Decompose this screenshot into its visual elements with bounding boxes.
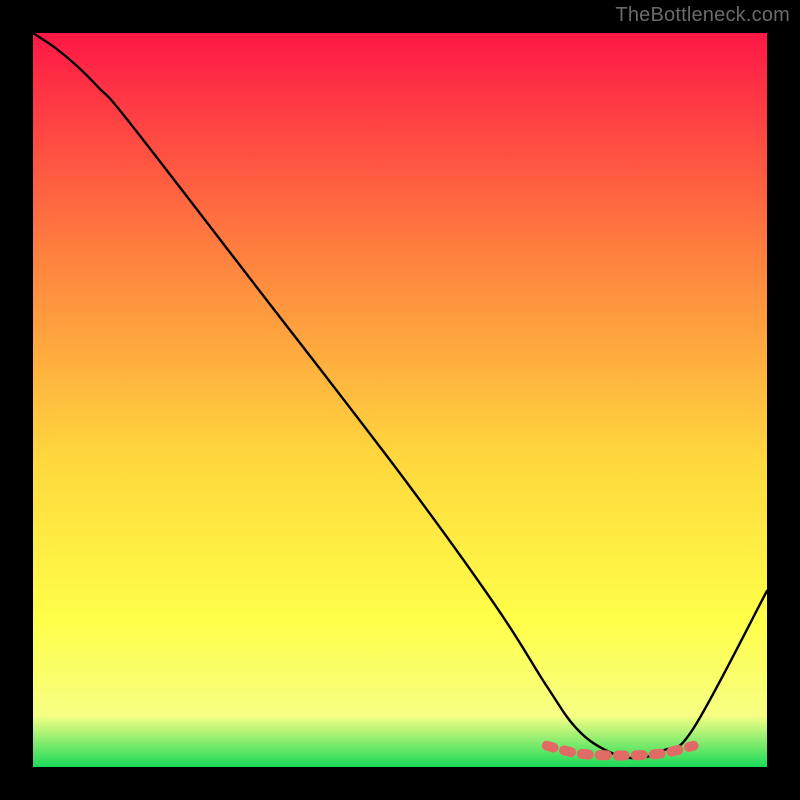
- chart-frame: TheBottleneck.com: [0, 0, 800, 800]
- plot-area: [33, 33, 767, 767]
- watermark-text: TheBottleneck.com: [615, 4, 790, 27]
- gradient-background: [33, 33, 767, 767]
- chart-svg: [33, 33, 767, 767]
